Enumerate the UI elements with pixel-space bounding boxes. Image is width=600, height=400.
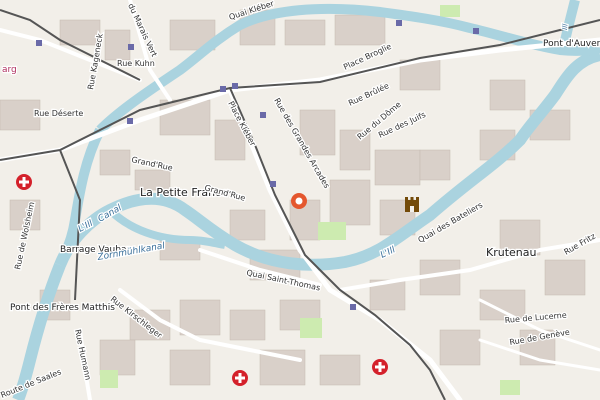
map-view[interactable]: La Petite France Krutenau Pont d'Auvergn… — [0, 0, 600, 400]
map-canvas[interactable]: La Petite France Krutenau Pont d'Auvergn… — [0, 0, 600, 400]
place-label: Pont des Frères Matthis — [10, 302, 115, 313]
hospital-icon[interactable] — [372, 359, 388, 375]
hospital-icon[interactable] — [232, 370, 248, 386]
water-label: Ill — [561, 23, 569, 30]
hospital-icon[interactable] — [16, 174, 32, 190]
place-label: arg — [2, 65, 17, 75]
place-label: Pont d'Auvergne — [543, 39, 600, 49]
place-label: Krutenau — [486, 246, 536, 259]
castle-icon[interactable] — [405, 197, 419, 212]
street-label: Rue Déserte — [34, 108, 83, 118]
street-label: Rue Kuhn — [117, 59, 155, 68]
location-pin-icon[interactable] — [291, 193, 307, 209]
